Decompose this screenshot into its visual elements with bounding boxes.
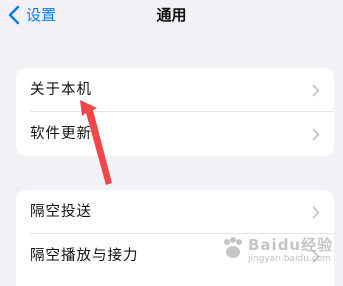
list-item-airplay-handoff[interactable]: 隔空播放与接力 xyxy=(16,234,334,278)
list-item-software-update[interactable]: 软件更新 xyxy=(16,112,334,156)
list-item-label: 关于本机 xyxy=(30,82,92,98)
list-item-label: 隔空播放与接力 xyxy=(30,248,139,264)
list-item-label: 软件更新 xyxy=(30,126,92,142)
chevron-right-icon xyxy=(312,128,320,141)
page-title: 通用 xyxy=(156,6,187,24)
list-item-label: 隔空投送 xyxy=(30,204,92,220)
list-item-about[interactable]: 关于本机 xyxy=(16,68,334,112)
settings-group-airdrop: 隔空投送 隔空播放与接力 xyxy=(16,190,334,286)
chevron-right-icon xyxy=(312,206,320,219)
chevron-right-icon xyxy=(312,84,320,97)
navigation-bar: 设置 通用 xyxy=(0,0,343,34)
chevron-right-icon xyxy=(312,250,320,263)
list-item-airdrop[interactable]: 隔空投送 xyxy=(16,190,334,234)
settings-group-about: 关于本机 软件更新 xyxy=(16,68,334,156)
